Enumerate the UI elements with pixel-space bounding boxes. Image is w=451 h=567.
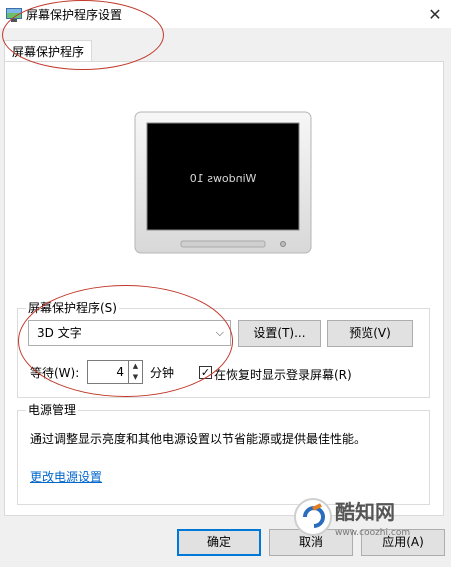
close-icon: ✕ <box>428 4 442 24</box>
coozhi-watermark-logo: 酷知网 www.coozhi.com <box>294 498 410 538</box>
monitor-preview: Windows 10 <box>134 111 312 254</box>
annotation-ellipse-title <box>2 0 164 70</box>
preview-button[interactable]: 预览(V) <box>327 320 413 347</box>
power-description: 通过调整显示亮度和其他电源设置以节省能源或提供最佳性能。 <box>30 432 367 446</box>
power-group-label: 电源管理 <box>26 401 79 418</box>
preview-screen-text: Windows 10 <box>190 172 257 185</box>
watermark-brand: 酷知网 <box>335 500 395 524</box>
ok-button[interactable]: 确定 <box>177 529 261 556</box>
close-button[interactable]: ✕ <box>419 0 451 28</box>
screensaver-settings-window: 屏幕保护程序设置 ✕ 屏幕保护程序 Windows 10 屏幕保护程序(S) 3… <box>0 0 451 567</box>
watermark-url: www.coozhi.com <box>335 528 410 538</box>
change-power-settings-link[interactable]: 更改电源设置 <box>30 468 102 485</box>
settings-button[interactable]: 设置(T)... <box>238 320 321 347</box>
resume-logon-label[interactable]: 在恢复时显示登录屏幕(R) <box>214 366 352 383</box>
annotation-ellipse-screensaver <box>18 285 233 397</box>
